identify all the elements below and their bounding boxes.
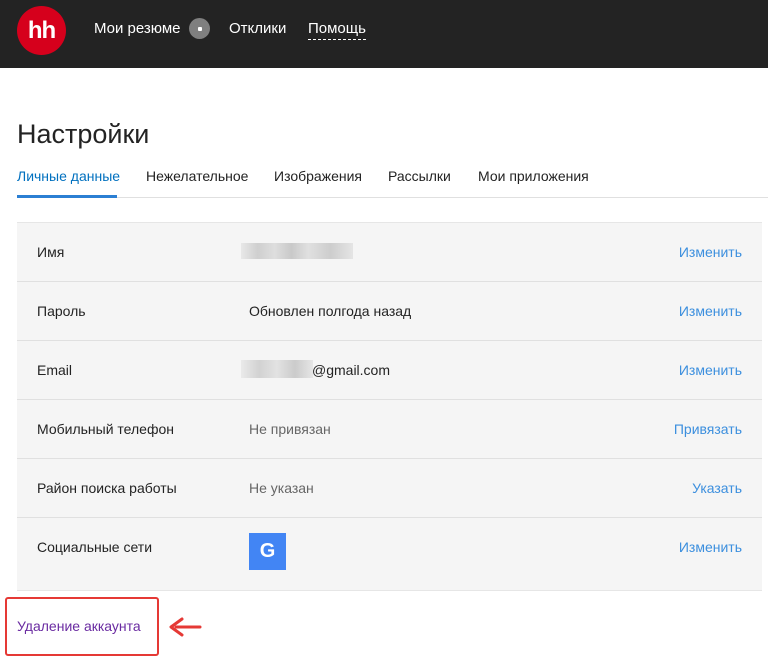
blurred-email-prefix: [241, 360, 313, 378]
row-label-social: Социальные сети: [37, 539, 153, 555]
change-email-link[interactable]: Изменить: [679, 362, 742, 378]
change-password-link[interactable]: Изменить: [679, 303, 742, 319]
delete-account-link[interactable]: Удаление аккаунта: [17, 618, 141, 634]
tab-unwanted[interactable]: Нежелательное: [146, 168, 248, 184]
nav-help[interactable]: Помощь: [308, 20, 366, 40]
tab-mailings[interactable]: Рассылки: [388, 168, 451, 184]
tab-my-apps[interactable]: Мои приложения: [478, 168, 589, 184]
active-tab-indicator: [17, 195, 117, 198]
row-label-email: Email: [37, 362, 73, 378]
tab-personal-data[interactable]: Личные данные: [17, 168, 120, 184]
password-status: Обновлен полгода назад: [249, 303, 412, 319]
top-navigation-bar: hh Мои резюме Отклики Помощь: [0, 0, 768, 68]
job-area-status: Не указан: [249, 480, 314, 496]
hh-logo[interactable]: hh: [17, 6, 66, 55]
personal-data-table: Имя Изменить Пароль Обновлен полгода наз…: [17, 222, 762, 591]
specify-job-area-link[interactable]: Указать: [692, 480, 742, 496]
settings-tabs: Личные данные Нежелательное Изображения …: [17, 164, 768, 198]
change-social-link[interactable]: Изменить: [679, 539, 742, 555]
email-domain: @gmail.com: [312, 362, 391, 378]
settings-row-name: Имя Изменить: [17, 223, 762, 282]
settings-row-password: Пароль Обновлен полгода назад Изменить: [17, 282, 762, 341]
change-name-link[interactable]: Изменить: [679, 244, 742, 260]
phone-status: Не привязан: [249, 421, 331, 437]
nav-my-resumes[interactable]: Мои резюме: [94, 20, 181, 38]
nav-responses[interactable]: Отклики: [229, 20, 286, 38]
settings-row-job-area: Район поиска работы Не указан Указать: [17, 459, 762, 518]
row-label-job-area: Район поиска работы: [37, 480, 177, 496]
tab-images[interactable]: Изображения: [274, 168, 362, 184]
link-phone-link[interactable]: Привязать: [674, 421, 742, 437]
google-icon[interactable]: G: [249, 533, 286, 570]
settings-row-social: Социальные сети G Изменить: [17, 518, 762, 592]
settings-row-email: Email @gmail.com Изменить: [17, 341, 762, 400]
blurred-name-value: [241, 243, 353, 259]
settings-row-phone: Мобильный телефон Не привязан Привязать: [17, 400, 762, 459]
row-label-password: Пароль: [37, 303, 86, 319]
red-arrow-icon: [169, 617, 202, 637]
page-title: Настройки: [17, 119, 150, 149]
row-label-phone: Мобильный телефон: [37, 421, 174, 437]
resume-menu-badge-icon[interactable]: [189, 18, 210, 39]
row-label-name: Имя: [37, 244, 65, 260]
